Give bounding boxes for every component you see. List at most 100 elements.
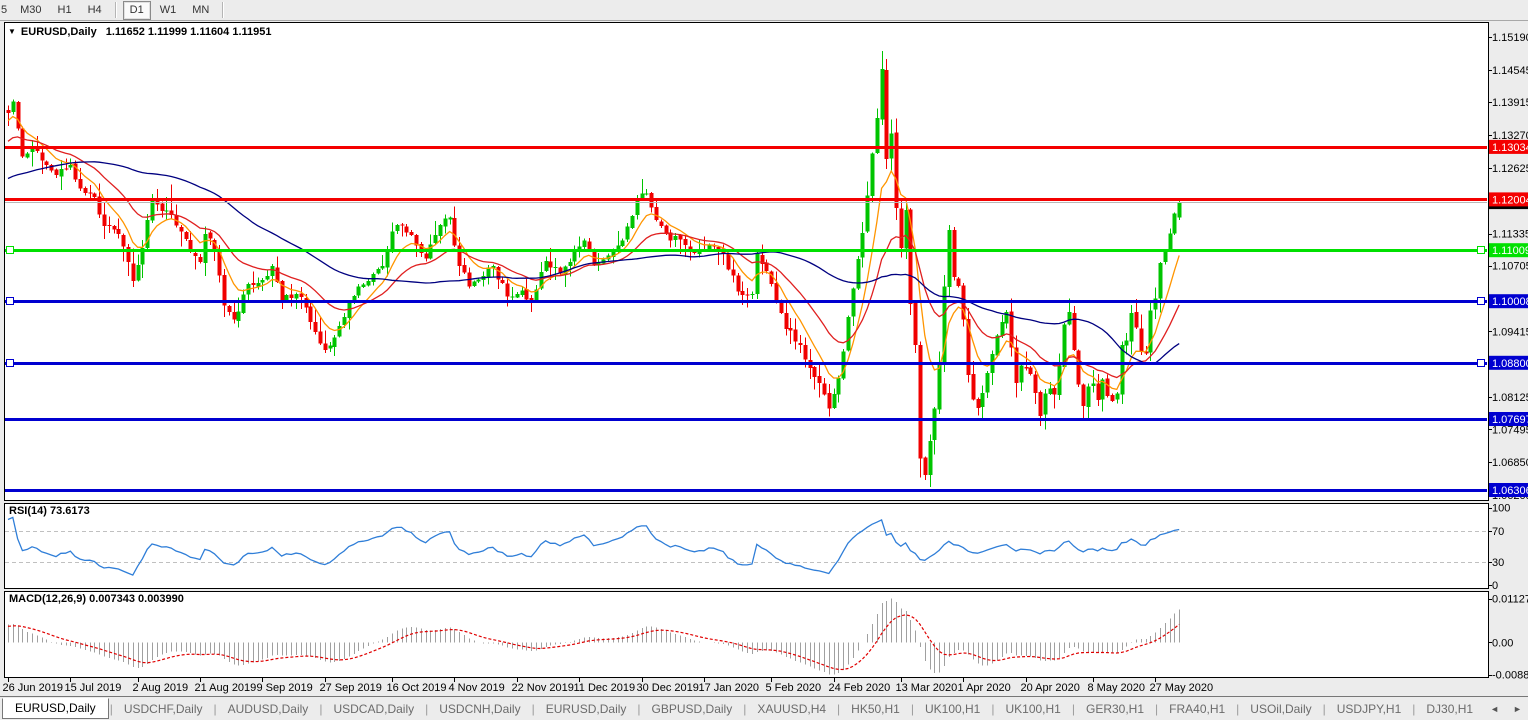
svg-text:1.10008: 1.10008 [1492, 296, 1528, 308]
svg-text:1.11335: 1.11335 [1492, 229, 1528, 241]
svg-text:30 Dec 2019: 30 Dec 2019 [637, 682, 699, 694]
tab-separator: | [911, 702, 914, 716]
line-anchor-handle[interactable] [1478, 360, 1485, 367]
svg-text:30: 30 [1492, 557, 1504, 569]
chart-tab-hk50-h1-8[interactable]: HK50,H1 [841, 700, 910, 718]
svg-text:1.15190: 1.15190 [1492, 32, 1528, 44]
svg-text:1.09415: 1.09415 [1492, 326, 1528, 338]
chart-canvas[interactable]: 1.151901.145451.139151.132701.126251.113… [0, 0, 1528, 720]
svg-text:4 Nov 2019: 4 Nov 2019 [449, 682, 505, 694]
svg-text:24 Feb 2020: 24 Feb 2020 [829, 682, 891, 694]
svg-text:1.13034: 1.13034 [1492, 142, 1528, 154]
tab-separator: | [319, 702, 322, 716]
tab-separator: | [532, 702, 535, 716]
timeframe-button-5[interactable]: 5 [0, 1, 11, 20]
tab-scroll-left-icon[interactable]: ◄ [1483, 704, 1506, 714]
timeframe-toolbar: 5M30H1H4 D1W1MN [0, 0, 1528, 21]
svg-text:1.12004: 1.12004 [1492, 194, 1528, 206]
chart-tab-usdchf-daily-1[interactable]: USDCHF,Daily [114, 700, 213, 718]
tab-separator: | [1155, 702, 1158, 716]
chart-tab-uk100-h1-10[interactable]: UK100,H1 [995, 700, 1070, 718]
price-axis: 1.151901.145451.139151.132701.126251.113… [1488, 32, 1528, 502]
chart-tab-gbpusd-daily-6[interactable]: GBPUSD,Daily [642, 700, 743, 718]
svg-text:2 Aug 2019: 2 Aug 2019 [133, 682, 189, 694]
date-axis: 26 Jun 201915 Jul 2019 2 Aug 2019 21 Aug 2… [3, 677, 1214, 694]
tab-separator: | [1236, 702, 1239, 716]
chevron-down-icon[interactable]: ▼ [8, 27, 16, 36]
chart-tab-bar: EURUSD,Daily|USDCHF,Daily|AUDUSD,Daily|U… [0, 696, 1528, 720]
svg-text:1.08800: 1.08800 [1492, 358, 1528, 370]
svg-text:22 Nov 2019: 22 Nov 2019 [512, 682, 574, 694]
tab-separator: | [214, 702, 217, 716]
chart-tab-ger30-h1-11[interactable]: GER30,H1 [1076, 700, 1154, 718]
timeframe-button-h1[interactable]: H1 [51, 1, 79, 20]
chart-tab-xauusd-h4-7[interactable]: XAUUSD,H4 [747, 700, 836, 718]
svg-text:0.011277: 0.011277 [1492, 594, 1528, 606]
chart-tab-dj30-h1-15[interactable]: DJ30,H1 [1416, 700, 1483, 718]
svg-text:26 Jun 2019: 26 Jun 2019 [3, 682, 64, 694]
tab-separator: | [637, 702, 640, 716]
svg-text:27 Sep 2019: 27 Sep 2019 [320, 682, 382, 694]
timeframe-button-h4[interactable]: H4 [81, 1, 109, 20]
svg-text:1.12625: 1.12625 [1492, 163, 1528, 175]
toolbar-separator [222, 2, 224, 18]
svg-text:16 Oct 2019: 16 Oct 2019 [387, 682, 447, 694]
svg-text:1.07495: 1.07495 [1492, 424, 1528, 436]
chart-tab-audusd-daily-2[interactable]: AUDUSD,Daily [218, 700, 319, 718]
svg-text:0.00: 0.00 [1492, 637, 1513, 649]
toolbar-separator [115, 2, 117, 18]
svg-text:70: 70 [1492, 526, 1504, 538]
chart-tab-usdcad-daily-3[interactable]: USDCAD,Daily [323, 700, 424, 718]
tab-separator: | [837, 702, 840, 716]
svg-text:1.14545: 1.14545 [1492, 65, 1528, 77]
line-anchor-handle[interactable] [1478, 298, 1485, 305]
timeframe-button-mn[interactable]: MN [185, 1, 216, 20]
chart-tab-fra40-h1-12[interactable]: FRA40,H1 [1159, 700, 1235, 718]
svg-text:1.06306: 1.06306 [1492, 485, 1528, 497]
chart-ohlc-values: 1.11652 1.11999 1.11604 1.11951 [106, 26, 272, 38]
svg-text:5 Feb 2020: 5 Feb 2020 [766, 682, 822, 694]
chart-tab-usdcnh-daily-4[interactable]: USDCNH,Daily [429, 700, 530, 718]
svg-text:17 Jan 2020: 17 Jan 2020 [699, 682, 760, 694]
chart-tab-eurusd-daily-5[interactable]: EURUSD,Daily [536, 700, 637, 718]
rsi-panel[interactable] [5, 504, 1489, 589]
chart-tab-eurusd-daily-0[interactable]: EURUSD,Daily [2, 698, 109, 719]
svg-text:1.10705: 1.10705 [1492, 261, 1528, 273]
timeframe-button-m30[interactable]: M30 [13, 1, 48, 20]
svg-text:13 Mar 2020: 13 Mar 2020 [896, 682, 958, 694]
line-anchor-handle[interactable] [7, 298, 14, 305]
svg-text:1 Apr 2020: 1 Apr 2020 [958, 682, 1011, 694]
chart-title: ▼ EURUSD,Daily 1.11652 1.11999 1.11604 1.1… [8, 26, 272, 38]
svg-text:1.07697: 1.07697 [1492, 414, 1528, 426]
svg-text:27 May 2020: 27 May 2020 [1150, 682, 1214, 694]
tab-separator: | [991, 702, 994, 716]
svg-text:8 May 2020: 8 May 2020 [1088, 682, 1145, 694]
line-anchor-handle[interactable] [1478, 247, 1485, 254]
line-anchor-handle[interactable] [7, 247, 14, 254]
svg-text:-0.00884: -0.00884 [1492, 670, 1528, 682]
chart-tab-usoil-daily-13[interactable]: USOil,Daily [1240, 700, 1321, 718]
rsi-indicator-label: RSI(14) 73.6173 [9, 505, 90, 517]
svg-text:100: 100 [1492, 503, 1510, 515]
chart-tab-usdjpy-h1-14[interactable]: USDJPY,H1 [1327, 700, 1411, 718]
timeframe-button-w1[interactable]: W1 [153, 1, 184, 20]
chart-tab-uk100-h1-9[interactable]: UK100,H1 [915, 700, 990, 718]
tab-scroll-right-icon[interactable]: ► [1506, 704, 1528, 714]
svg-text:11 Dec 2019: 11 Dec 2019 [574, 682, 636, 694]
tab-separator: | [743, 702, 746, 716]
trading-terminal-window: 1.151901.145451.139151.132701.126251.113… [0, 0, 1528, 720]
svg-text:15 Jul 2019: 15 Jul 2019 [65, 682, 122, 694]
price-panel[interactable] [5, 23, 1489, 501]
tab-separator: | [1323, 702, 1326, 716]
tab-separator: | [1412, 702, 1415, 716]
svg-text:0: 0 [1492, 580, 1498, 592]
macd-panel[interactable] [5, 592, 1489, 678]
svg-text:21 Aug 2019: 21 Aug 2019 [195, 682, 257, 694]
chart-symbol-label: EURUSD,Daily [21, 26, 97, 38]
tab-separator: | [110, 702, 113, 716]
svg-text:1.13915: 1.13915 [1492, 97, 1528, 109]
line-anchor-handle[interactable] [7, 360, 14, 367]
svg-text:1.06850: 1.06850 [1492, 457, 1528, 469]
timeframe-button-d1[interactable]: D1 [123, 1, 151, 20]
svg-text:1.08125: 1.08125 [1492, 392, 1528, 404]
